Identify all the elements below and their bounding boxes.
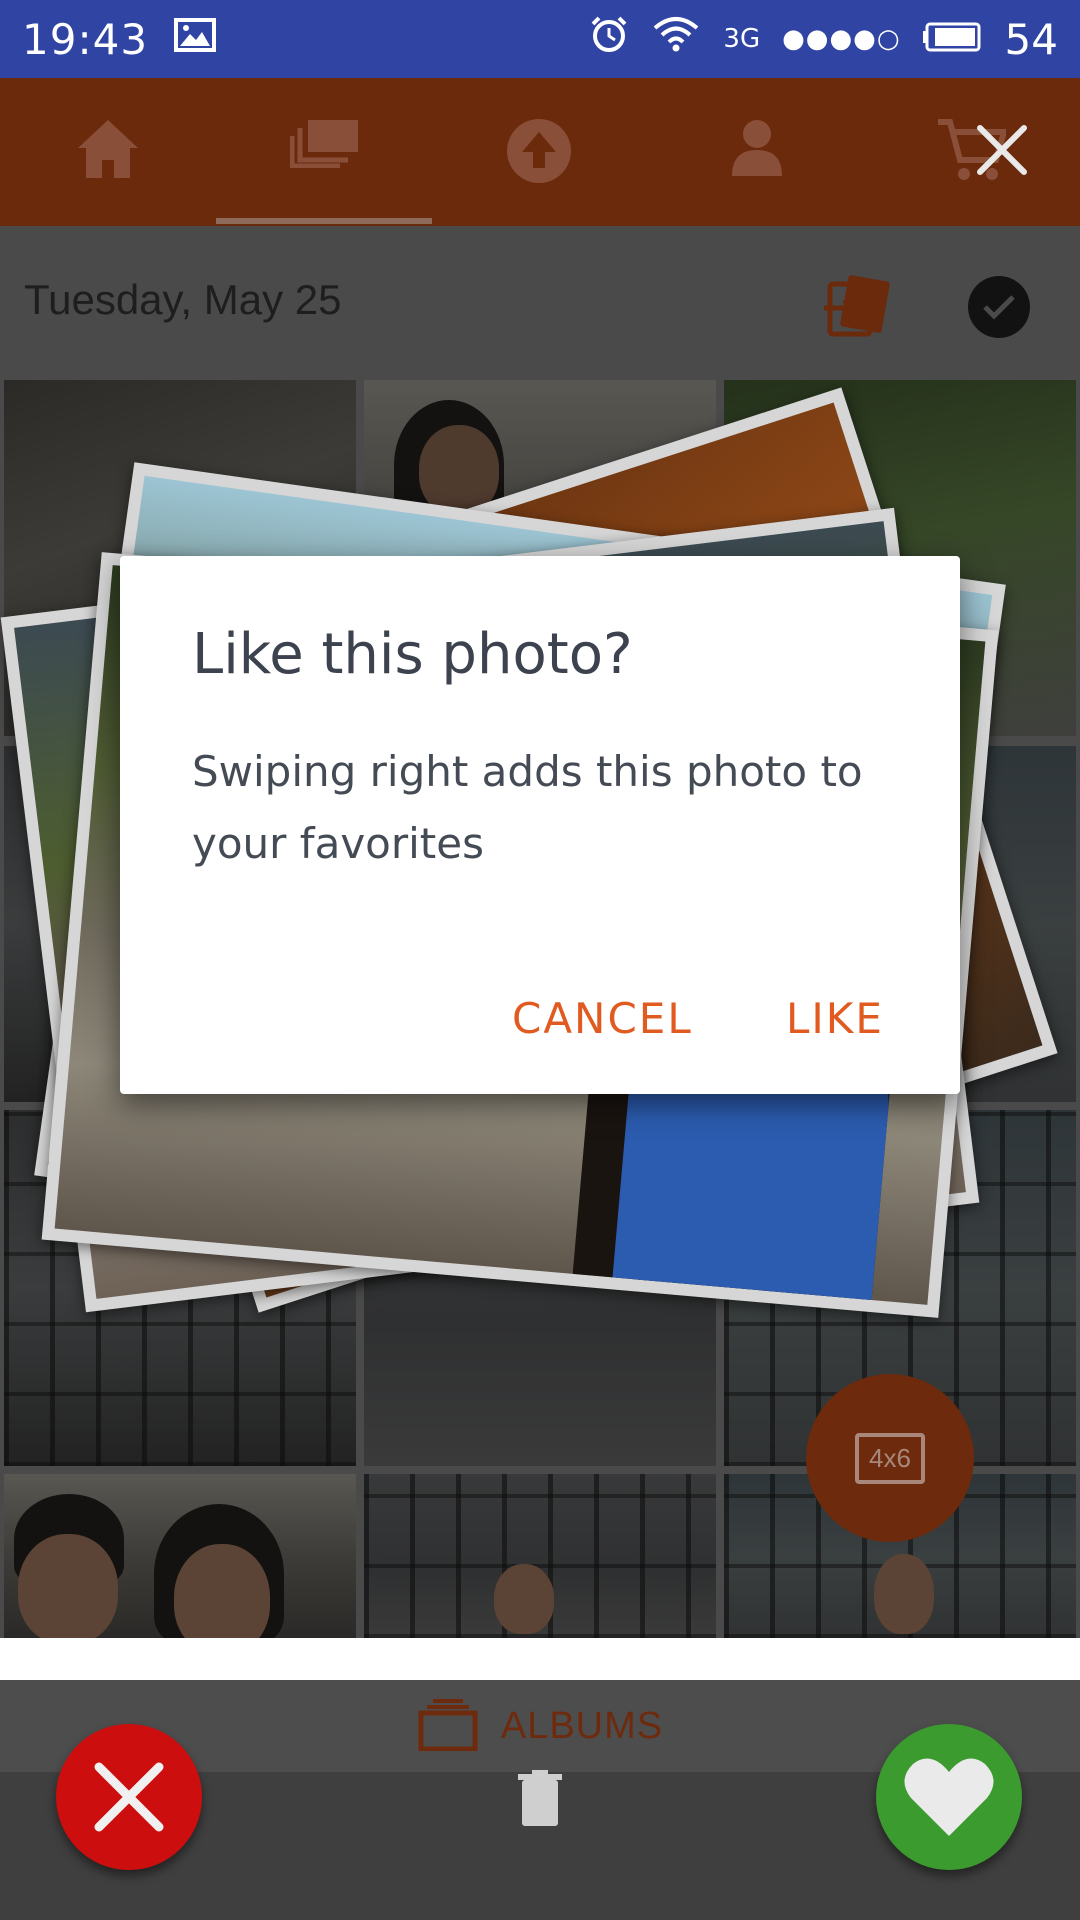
- like-button[interactable]: LIKE: [786, 994, 884, 1043]
- battery-level: 54: [1004, 14, 1058, 64]
- like-dialog: Like this photo? Swiping right adds this…: [120, 556, 960, 1094]
- photos-icon[interactable]: [289, 118, 360, 172]
- app-header: [0, 78, 1080, 226]
- gallery-notification-icon: [174, 16, 217, 62]
- dialog-title: Like this photo?: [192, 622, 633, 687]
- signal-strength: ●●●●○: [782, 24, 901, 54]
- photo-thumbnail[interactable]: [4, 1110, 356, 1466]
- print-size-fab[interactable]: 4x6: [806, 1374, 974, 1542]
- home-icon[interactable]: [76, 118, 140, 184]
- heart-icon: [904, 1758, 994, 1836]
- screen: 19:43 3G ●●●●○ 54 Tuesday, May 25 4x6 AL…: [0, 0, 1080, 1920]
- wifi-icon: [651, 14, 701, 64]
- import-icon[interactable]: [822, 274, 892, 344]
- profile-icon[interactable]: [730, 118, 784, 180]
- alarm-icon: [589, 14, 629, 64]
- reject-button[interactable]: [56, 1724, 202, 1870]
- battery-icon: [922, 16, 983, 62]
- date-bar: Tuesday, May 25: [0, 226, 1080, 374]
- albums-label: ALBUMS: [500, 1704, 664, 1747]
- fab-label: 4x6: [855, 1432, 925, 1484]
- photo-thumbnail[interactable]: [4, 1474, 356, 1638]
- favorite-button[interactable]: [876, 1724, 1022, 1870]
- date-label: Tuesday, May 25: [24, 276, 342, 323]
- photo-thumbnail[interactable]: [364, 1110, 716, 1466]
- status-time: 19:43: [22, 14, 149, 64]
- network-type: 3G: [723, 24, 761, 54]
- upload-icon[interactable]: [506, 118, 572, 188]
- cancel-button[interactable]: CANCEL: [512, 994, 693, 1043]
- status-bar: 19:43 3G ●●●●○ 54: [0, 0, 1080, 78]
- active-tab-indicator: [216, 218, 432, 224]
- close-icon[interactable]: [970, 118, 1034, 182]
- photo-thumbnail[interactable]: [364, 1474, 716, 1638]
- close-icon: [94, 1762, 164, 1832]
- dialog-message: Swiping right adds this photo to your fa…: [192, 747, 863, 868]
- trash-icon[interactable]: [518, 1770, 562, 1830]
- select-all-button[interactable]: [968, 276, 1030, 338]
- check-icon: [983, 295, 1015, 320]
- albums-icon: [417, 1697, 479, 1755]
